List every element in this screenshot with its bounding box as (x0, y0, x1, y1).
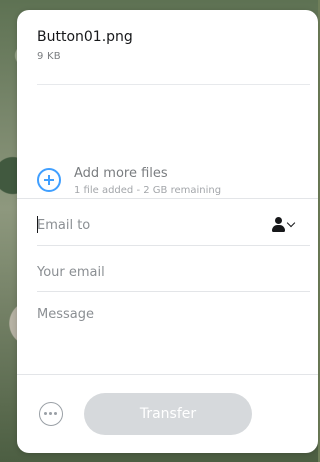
chevron-down-icon (286, 218, 296, 228)
add-more-files-label: Add more files (74, 166, 168, 181)
file-name: Button01.png (37, 29, 133, 45)
contacts-icon (275, 217, 282, 224)
files-added-status: 1 file added - 2 GB remaining (74, 185, 222, 196)
add-more-files-button[interactable]: Add more files 1 file added - 2 GB remai… (37, 166, 309, 206)
file-item: Button01.png 9 KB (37, 28, 309, 62)
contacts-dropdown-button[interactable] (272, 215, 300, 235)
file-size: 9 KB (37, 51, 61, 62)
your-email-input[interactable] (37, 261, 287, 283)
divider (37, 291, 310, 292)
transfer-panel: Button01.png 9 KB Add more files 1 file … (17, 10, 318, 453)
more-options-icon[interactable] (39, 402, 63, 426)
message-textarea[interactable] (37, 307, 307, 367)
divider (37, 245, 310, 246)
plus-circle-icon[interactable] (37, 168, 61, 192)
divider (17, 198, 318, 199)
text-cursor (37, 216, 38, 233)
file-divider (37, 84, 310, 85)
contacts-icon-body (272, 225, 285, 232)
divider (17, 374, 318, 375)
email-to-input[interactable] (37, 214, 287, 236)
transfer-button[interactable]: Transfer (84, 393, 252, 435)
